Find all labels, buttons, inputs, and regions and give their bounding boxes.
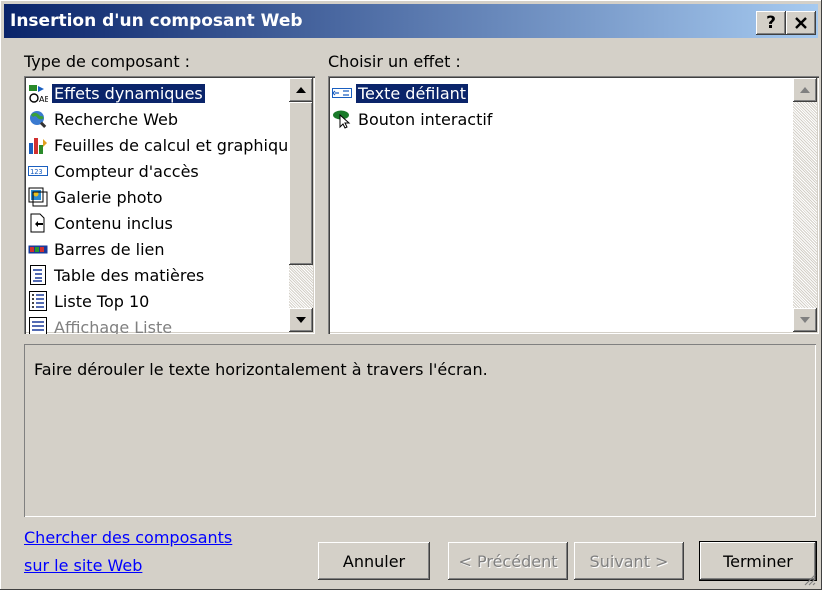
link-bars-icon <box>28 239 48 259</box>
previous-button[interactable]: < Précédent <box>448 542 568 580</box>
component-type-label: Type de composant : <box>24 52 191 71</box>
list-item-label: Table des matières <box>54 265 205 285</box>
marquee-icon <box>332 83 352 103</box>
finish-button-label: Terminer <box>723 551 793 571</box>
list-item-web-search[interactable]: Recherche Web <box>28 106 180 132</box>
component-type-list[interactable]: AB Effets dynamiques Recherche Web Feuil… <box>24 76 315 334</box>
right-list-scrollbar[interactable] <box>793 78 817 332</box>
list-item-label: Recherche Web <box>54 109 178 129</box>
web-search-icon <box>28 109 48 129</box>
list-item-interactive-button[interactable]: Bouton interactif <box>332 106 494 132</box>
list-item-top10-list[interactable]: Liste Top 10 <box>28 288 151 314</box>
help-button[interactable]: ? <box>756 11 786 35</box>
list-item-label: Feuilles de calcul et graphiques <box>54 135 307 155</box>
choose-effect-label: Choisir un effet : <box>328 52 461 71</box>
effect-list[interactable]: Texte défilant Bouton interactif <box>328 76 819 334</box>
list-view-icon <box>28 317 48 334</box>
next-button-label: Suivant > <box>589 551 669 571</box>
photo-gallery-icon <box>28 187 48 207</box>
table-of-contents-icon <box>28 265 48 285</box>
search-components-link[interactable]: Chercher des composants <box>24 528 232 547</box>
list-item-label: Effets dynamiques <box>52 83 205 103</box>
scroll-down-button[interactable] <box>289 308 313 332</box>
list-item-dynamic-effects[interactable]: AB Effets dynamiques <box>28 80 205 106</box>
list-item-label: Barres de lien <box>54 239 165 259</box>
dialog-window: Insertion d'un composant Web ? Type de c… <box>0 0 822 590</box>
list-item-label: Texte défilant <box>356 83 469 103</box>
description-box: Faire dérouler le texte horizontalement … <box>24 344 816 517</box>
interactive-button-icon <box>332 109 352 129</box>
scroll-up-button[interactable] <box>289 78 313 102</box>
left-list-scrollbar[interactable] <box>289 78 313 332</box>
spreadsheet-chart-icon <box>28 135 48 155</box>
cancel-button-label: Annuler <box>342 551 406 571</box>
dynamic-effects-icon: AB <box>28 83 48 103</box>
list-item-label: Affichage Liste <box>54 317 173 335</box>
cancel-button[interactable]: Annuler <box>318 542 430 580</box>
web-site-link[interactable]: sur le site Web <box>24 556 142 575</box>
dialog-title: Insertion d'un composant Web <box>10 11 303 31</box>
previous-button-label: < Précédent <box>458 551 558 571</box>
title-bar[interactable]: Insertion d'un composant Web ? <box>4 4 818 38</box>
scroll-thumb[interactable] <box>289 102 313 265</box>
list-item-photo-gallery[interactable]: Galerie photo <box>28 184 165 210</box>
hit-counter-icon: 123 <box>28 161 48 181</box>
list-item-label: Galerie photo <box>54 187 163 207</box>
included-content-icon <box>28 213 48 233</box>
description-text: Faire dérouler le texte horizontalement … <box>34 360 488 379</box>
next-button[interactable]: Suivant > <box>574 542 684 580</box>
list-item-label: Liste Top 10 <box>54 291 150 311</box>
svg-text:123: 123 <box>30 168 43 176</box>
list-item-label: Contenu inclus <box>54 213 173 233</box>
list-item-hit-counter[interactable]: 123 Compteur d'accès <box>28 158 201 184</box>
arrow-down-icon <box>800 317 810 323</box>
arrow-down-icon <box>296 317 306 323</box>
list-item-spreadsheets[interactable]: Feuilles de calcul et graphiques <box>28 132 308 158</box>
svg-text:AB: AB <box>39 95 48 103</box>
top10-list-icon <box>28 291 48 311</box>
finish-button[interactable]: Terminer <box>700 542 816 580</box>
list-item-label: Compteur d'accès <box>54 161 199 181</box>
list-item-table-of-contents[interactable]: Table des matières <box>28 262 206 288</box>
close-button[interactable] <box>786 11 816 35</box>
close-icon <box>795 17 807 29</box>
list-item-link-bars[interactable]: Barres de lien <box>28 236 167 262</box>
scroll-up-button[interactable] <box>793 78 817 102</box>
list-item-marquee[interactable]: Texte défilant <box>332 80 469 106</box>
scroll-down-button[interactable] <box>793 308 817 332</box>
list-item-label: Bouton interactif <box>358 109 493 129</box>
resize-grip-icon[interactable] <box>802 572 816 586</box>
list-item-included-content[interactable]: Contenu inclus <box>28 210 175 236</box>
arrow-up-icon <box>800 87 810 93</box>
arrow-up-icon <box>296 87 306 93</box>
list-item-list-view[interactable]: Affichage Liste <box>28 314 174 334</box>
